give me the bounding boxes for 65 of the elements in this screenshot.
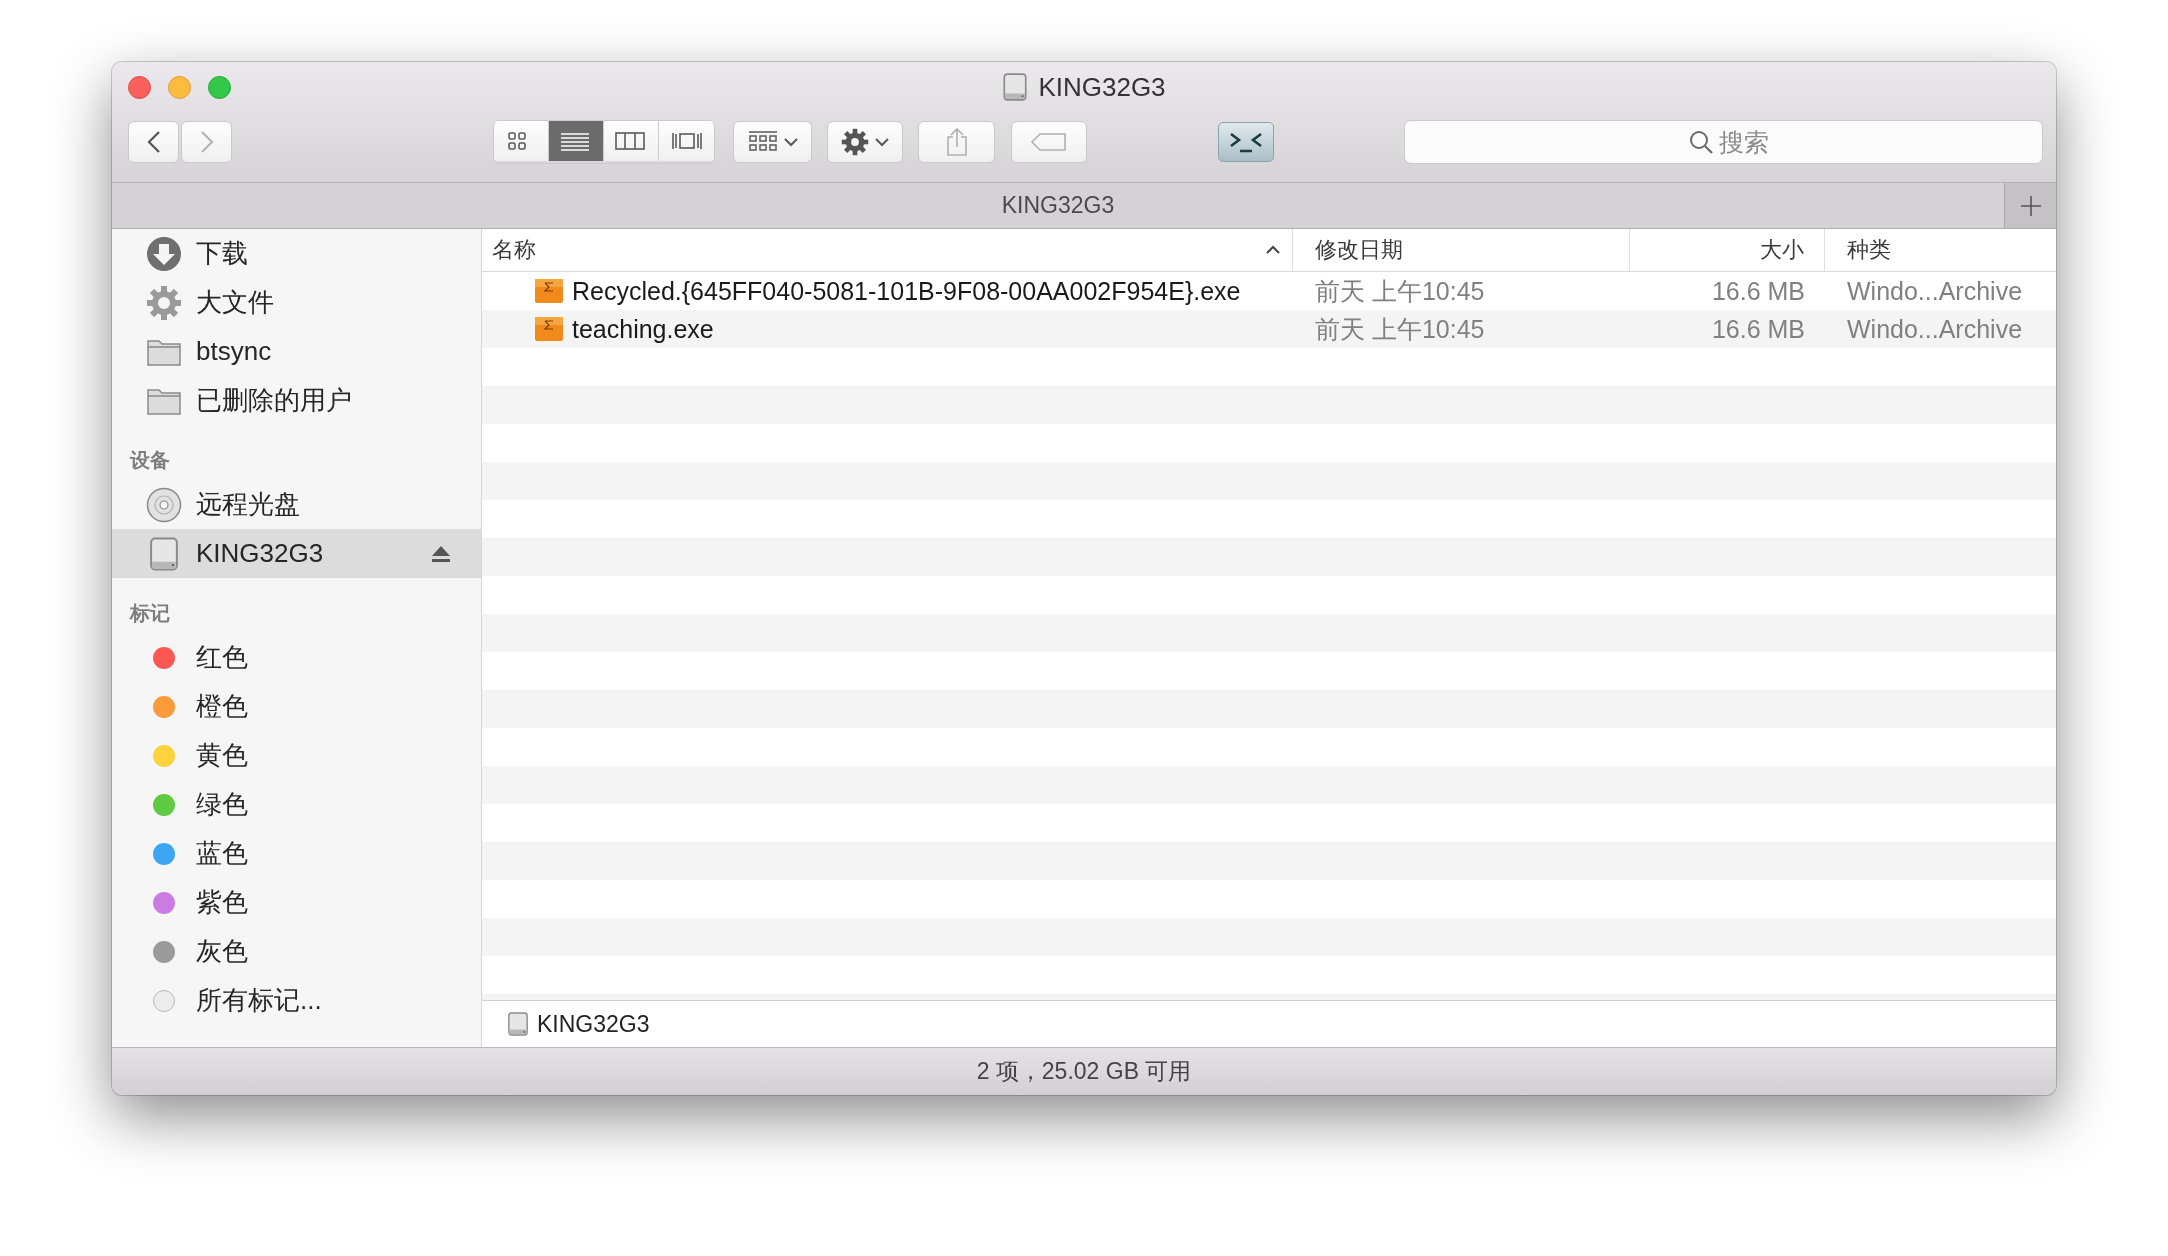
column-header[interactable]: 修改日期 [1293,229,1630,271]
drive-icon [148,535,180,572]
sidebar-item[interactable]: 蓝色 [112,829,481,878]
columns-view-icon [615,129,647,153]
sidebar-item[interactable]: 大文件 [112,278,481,327]
view-mode-button[interactable] [659,121,714,161]
sidebar-item[interactable]: 远程光盘 [112,480,481,529]
sidebar-item[interactable]: KING32G3 [112,529,481,578]
sidebar-item[interactable]: 紫色 [112,878,481,927]
share-icon [944,127,969,157]
file-name[interactable]: teaching.exe [572,314,714,344]
gear-icon [146,284,182,321]
archive-icon [534,315,564,343]
gear-icon [841,128,869,156]
table-cell-text: 16.6 MB [1710,313,1806,345]
grid-icon [747,130,778,154]
drive-icon [507,1011,529,1037]
chevron-left-icon [146,130,161,154]
status-text: 2 项，25.02 GB 可用 [112,1047,2056,1095]
section-header: 标记 [128,601,171,626]
sidebar-item[interactable]: 所有标记... [112,976,481,1025]
column-header[interactable]: 大小 [1630,229,1825,271]
sidebar-item[interactable]: 已删除的用户 [112,376,481,425]
view-mode-button[interactable] [604,121,659,161]
view-mode-button[interactable] [549,121,604,161]
terminal-icon [1228,130,1264,154]
section-header: 设备 [128,448,171,473]
sidebar-item[interactable]: 绿色 [112,780,481,829]
table-cell-text: 前天 上午10:45 [1314,313,1486,345]
sidebar-item[interactable]: 橙色 [112,682,481,731]
table-cell-text: 前天 上午10:45 [1314,275,1486,307]
archive-icon [534,277,564,305]
chevron-right-icon [199,130,214,154]
search-field[interactable]: 搜索 [1404,120,2043,164]
tag-dot [153,989,175,1012]
sidebar-item[interactable]: 下载 [112,229,481,278]
back-button[interactable] [128,121,179,163]
arrange-button[interactable] [733,121,812,163]
view-mode-button[interactable] [494,121,549,161]
column-header[interactable]: 名称 [482,229,1293,271]
sidebar-item[interactable]: btsync [112,327,481,376]
tag-icon [1030,132,1068,152]
window-title: KING32G3 [1038,71,1166,103]
disc-icon [146,486,182,523]
download-icon [146,235,182,272]
sidebar-item[interactable]: 黄色 [112,731,481,780]
plus-icon [2019,194,2042,217]
path-item[interactable]: KING32G3 [537,1010,650,1038]
terminal-button[interactable] [1218,122,1274,162]
file-name[interactable]: Recycled.{645FF040-5081-101B-9F08-00AA002F954E}.exe [572,276,1241,306]
new-tab-button[interactable] [2004,183,2056,228]
drive-icon [1002,72,1029,102]
close-button[interactable] [128,75,151,99]
search-icon [1687,129,1714,155]
table-cell-text: Windo...Archive [1846,313,2024,345]
zoom-button[interactable] [208,75,231,99]
caret-icon [875,137,889,147]
table-cell-text: Windo...Archive [1846,275,2024,307]
caret-icon [783,137,798,147]
column-header[interactable]: 种类 [1825,229,2056,271]
action-button[interactable] [827,121,903,163]
sidebar-item[interactable]: 红色 [112,633,481,682]
eject-icon[interactable] [431,544,451,563]
sidebar-item[interactable]: 灰色 [112,927,481,976]
table-cell-text: 16.6 MB [1710,275,1806,307]
